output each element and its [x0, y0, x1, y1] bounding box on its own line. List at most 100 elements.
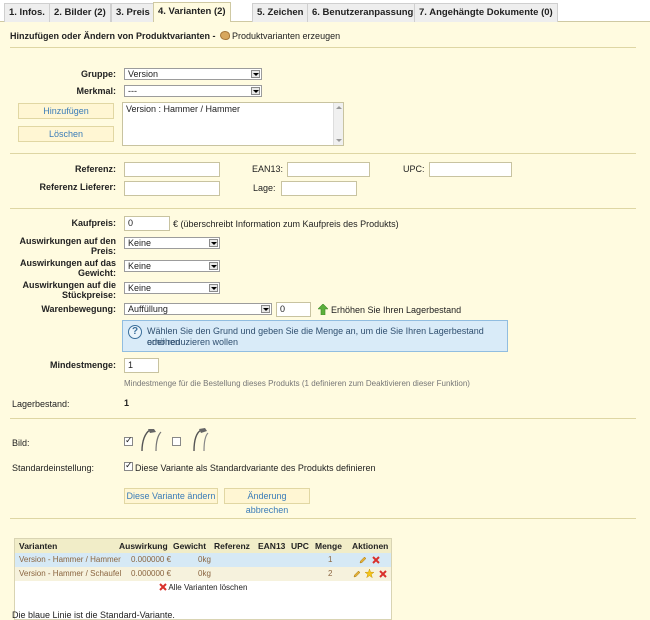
lage-input[interactable] [281, 181, 357, 196]
chevron-down-icon [209, 284, 218, 292]
divider [10, 47, 636, 48]
gruppe-select[interactable]: Version [124, 68, 262, 80]
col-menge: Menge [315, 541, 342, 551]
table-header: Varianten Auswirkung Gewicht Referenz EA… [15, 539, 391, 553]
col-upc: UPC [291, 541, 309, 551]
add-attribute-button[interactable]: Hinzufügen [18, 103, 114, 119]
ean13-label: EAN13: [252, 164, 284, 174]
chevron-down-icon [209, 239, 218, 247]
tab-varianten[interactable]: 4. Varianten (2) [153, 2, 231, 23]
product-image-hammer [141, 429, 162, 452]
delete-all-link[interactable]: Alle Varianten löschen [15, 581, 391, 595]
divider [10, 208, 636, 209]
merkmal-select[interactable]: --- [124, 85, 262, 97]
info-box: ? Wählen Sie den Grund und geben Sie die… [122, 320, 508, 352]
delete-attribute-button[interactable]: Löschen [18, 126, 114, 142]
product-image-schaufel [193, 428, 209, 452]
row-qty: 2 [328, 569, 333, 578]
scroll-down-icon [336, 139, 342, 142]
generate-variants-link[interactable]: Produktvarianten erzeugen [232, 31, 340, 41]
preis-impact-label-line1: Auswirkungen auf den [19, 236, 116, 246]
row-variant: Version - Hammer / Schaufel [19, 569, 122, 578]
lager-label: Lagerbestand: [12, 399, 70, 409]
tab-bilder[interactable]: 2. Bilder (2) [49, 3, 111, 22]
tab-benutzeranpassung[interactable]: 6. Benutzeranpassung [307, 3, 419, 22]
scrollbar[interactable] [333, 103, 343, 145]
col-ean13: EAN13 [258, 541, 286, 551]
preis-impact-value: Keine [128, 238, 152, 248]
referenz-input[interactable] [124, 162, 220, 177]
mindest-hint: Mindestmenge für die Bestellung dieses P… [124, 379, 470, 388]
set-default-star-icon[interactable] [365, 569, 374, 578]
gruppe-select-value: Version [128, 69, 159, 79]
lager-value: 1 [124, 398, 130, 408]
default-variant-checkbox[interactable] [124, 460, 133, 471]
gewicht-impact-value: Keine [128, 261, 152, 271]
col-gewicht: Gewicht [173, 541, 207, 551]
ean13-input[interactable] [287, 162, 370, 177]
info-text-line2: oder reduzieren wollen [147, 337, 239, 347]
row-weight: 0kg [198, 569, 211, 578]
delete-icon[interactable] [372, 556, 380, 564]
delete-icon [158, 583, 167, 591]
footer-note: Die blaue Linie ist die Standard-Variant… [12, 610, 175, 620]
pencil-icon[interactable] [359, 556, 367, 564]
palette-icon [220, 31, 231, 40]
tab-bar: 1. Infos. 2. Bilder (2) 3. Preis 4. Vari… [0, 0, 650, 23]
row-impact: 0.000000 € [131, 569, 172, 578]
chevron-down-icon [209, 262, 218, 270]
gewicht-impact-label-line1: Auswirkungen auf das [19, 258, 116, 268]
merkmal-label: Merkmal: [76, 86, 116, 96]
save-variant-button[interactable]: Diese Variante ändern [124, 488, 218, 504]
gewicht-impact-label: Auswirkungen auf das Gewicht: [10, 258, 116, 278]
chevron-down-icon [251, 70, 260, 78]
scroll-up-icon [336, 106, 342, 109]
waren-qty-input[interactable]: 0 [276, 302, 311, 317]
pencil-icon[interactable] [353, 570, 361, 578]
chevron-down-icon [251, 87, 260, 95]
tab-zeichen[interactable]: 5. Zeichen [252, 3, 309, 22]
delete-icon[interactable] [379, 570, 387, 578]
mindest-input[interactable]: 1 [124, 358, 159, 373]
kaufpreis-input[interactable]: 0 [124, 216, 170, 231]
delete-all-text: Alle Varianten löschen [168, 583, 248, 592]
page-title: Hinzufügen oder Ändern von Produktvarian… [10, 31, 340, 41]
referenz-label: Referenz: [74, 164, 116, 174]
waren-select-value: Auffüllung [128, 304, 168, 314]
gewicht-impact-select[interactable]: Keine [124, 260, 220, 272]
image-2-checkbox[interactable] [172, 437, 181, 446]
upc-input[interactable] [429, 162, 512, 177]
upc-label: UPC: [403, 164, 425, 174]
bild-label: Bild: [12, 438, 30, 448]
gruppe-label: Gruppe: [81, 69, 116, 79]
row-variant: Version - Hammer / Hammer [19, 555, 121, 564]
tab-dokumente[interactable]: 7. Angehängte Dokumente (0) [414, 3, 558, 22]
merkmal-select-value: --- [128, 86, 137, 96]
waren-select[interactable]: Auffüllung [124, 303, 272, 315]
preis-impact-label-line2: Preis: [90, 246, 116, 256]
row-impact: 0.000000 € [131, 555, 172, 564]
cancel-variant-button[interactable]: Änderung abbrechen [224, 488, 310, 515]
help-icon: ? [128, 325, 142, 339]
green-up-arrow-icon [318, 304, 328, 315]
mindest-label: Mindestmenge: [49, 360, 116, 370]
tab-preis[interactable]: 3. Preis [111, 3, 155, 22]
image-1-checkbox[interactable] [124, 435, 133, 446]
col-auswirkung: Auswirkung [119, 541, 168, 551]
kaufpreis-label: Kaufpreis: [71, 218, 116, 228]
kaufpreis-note: € (überschreibt Information zum Kaufprei… [173, 219, 399, 229]
stueck-impact-select[interactable]: Keine [124, 282, 220, 294]
divider [10, 418, 636, 419]
table-row[interactable]: Version - Hammer / Schaufel 0.000000 € 0… [15, 567, 391, 581]
attribute-list[interactable]: Version : Hammer / Hammer [122, 102, 344, 146]
lieferer-input[interactable] [124, 181, 220, 196]
tab-infos[interactable]: 1. Infos. [4, 3, 50, 22]
stueck-impact-label-line2: Stückpreise: [61, 290, 116, 300]
row-qty: 1 [328, 555, 333, 564]
stueck-impact-label: Auswirkungen auf die Stückpreise: [10, 280, 116, 300]
waren-label: Warenbewegung: [41, 304, 116, 314]
list-item[interactable]: Version : Hammer / Hammer [126, 104, 340, 114]
stueck-impact-value: Keine [128, 283, 152, 293]
preis-impact-select[interactable]: Keine [124, 237, 220, 249]
table-row[interactable]: Version - Hammer / Hammer 0.000000 € 0kg… [15, 553, 391, 567]
